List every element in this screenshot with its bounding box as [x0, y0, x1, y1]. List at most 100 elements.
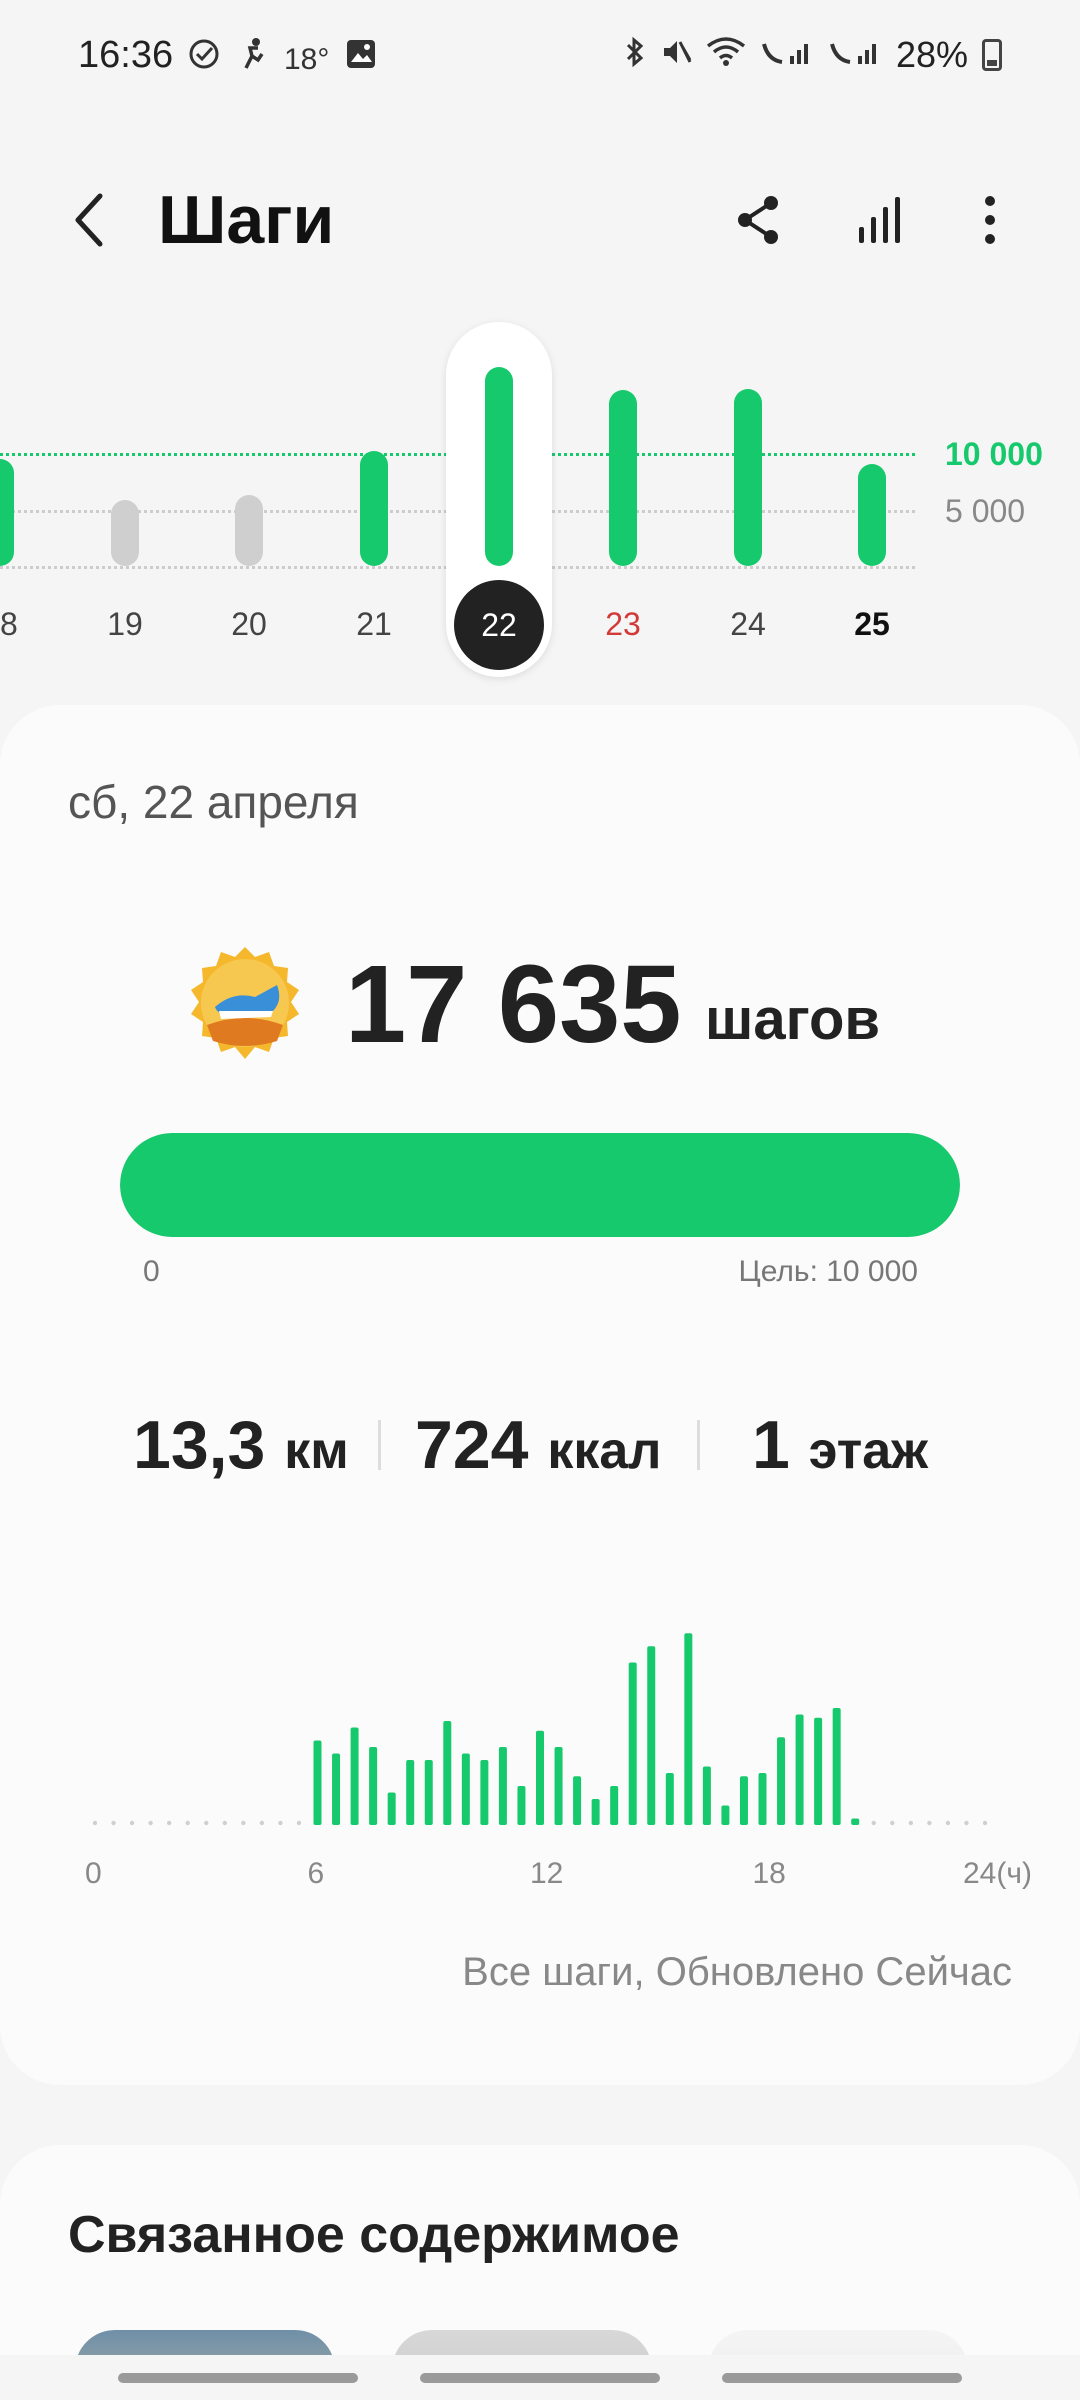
steps-count: 17 635 — [345, 943, 682, 1066]
day-label-22[interactable]: 22 — [454, 580, 544, 670]
hourly-bar — [406, 1760, 415, 1825]
battery-icon — [982, 39, 1002, 71]
share-icon — [738, 196, 778, 244]
empty-interval-dot — [148, 1820, 153, 1826]
day-bar-23[interactable] — [609, 389, 637, 566]
floors-unit: этаж — [808, 1422, 929, 1480]
navigation-bar — [0, 2355, 1080, 2400]
hourly-bar — [832, 1708, 841, 1825]
hourly-bar — [814, 1717, 823, 1825]
stat-divider — [378, 1420, 381, 1470]
day-bar-21[interactable] — [360, 450, 388, 566]
floors-value: 1 — [752, 1407, 790, 1483]
more-vertical-icon — [985, 196, 995, 244]
day-bar-22[interactable] — [485, 366, 513, 566]
image-icon — [345, 38, 377, 81]
nav-back-indicator[interactable] — [722, 2373, 962, 2383]
hourly-bar — [573, 1776, 582, 1825]
mute-icon — [660, 36, 692, 75]
day-bar-25[interactable] — [858, 464, 886, 566]
empty-interval-dot — [166, 1820, 172, 1826]
empty-interval-dot — [241, 1820, 246, 1826]
day-bar-24[interactable] — [734, 388, 762, 566]
hourly-tick-label: 6 — [307, 1857, 325, 1890]
back-arrow-icon — [75, 193, 103, 247]
hourly-bar — [498, 1747, 507, 1825]
day-label-24[interactable]: 24 — [703, 606, 793, 643]
mid-axis-label: 5 000 — [945, 493, 1026, 529]
hourly-bar — [702, 1766, 711, 1825]
distance-value: 13,3 — [133, 1407, 266, 1483]
day-label-25[interactable]: 25 — [827, 606, 917, 643]
calories-stat: 724 ккал — [415, 1395, 661, 1501]
related-title: Связанное содержимое — [68, 2206, 680, 2264]
empty-interval-dot — [129, 1820, 135, 1826]
steps-progress-fill — [120, 1133, 960, 1237]
signal-sim1-icon — [760, 36, 814, 75]
hourly-tick-label: 12 — [530, 1857, 564, 1890]
hourly-bar — [332, 1753, 341, 1825]
hourly-bar — [387, 1792, 396, 1825]
floors-stat: 1 этаж — [752, 1395, 928, 1501]
nav-home-indicator[interactable] — [420, 2373, 660, 2383]
empty-interval-dot — [278, 1820, 283, 1826]
status-right-icons: 28% — [624, 34, 1002, 76]
weekly-steps-chart[interactable]: 10 000 5 000 18 19 20 21 22 23 24 25 — [0, 310, 1080, 690]
empty-interval-dot — [982, 1820, 988, 1826]
hourly-bar — [851, 1818, 860, 1825]
day-label-19[interactable]: 19 — [80, 606, 170, 643]
battery-percent: 28% — [895, 34, 968, 75]
hourly-bar — [350, 1727, 359, 1825]
steps-progress-bar — [120, 1133, 960, 1237]
day-bar-19[interactable] — [111, 500, 139, 566]
steps-unit: шагов — [705, 987, 881, 1052]
hourly-bar — [721, 1805, 730, 1825]
hourly-bar — [795, 1714, 804, 1825]
wifi-icon — [706, 36, 746, 75]
distance-unit: км — [284, 1422, 349, 1480]
empty-interval-dot — [296, 1820, 302, 1826]
empty-interval-dot — [259, 1820, 265, 1826]
empty-interval-dot — [222, 1820, 227, 1826]
empty-interval-dot — [111, 1820, 116, 1826]
day-bar-20[interactable] — [235, 494, 263, 566]
hourly-bar — [777, 1737, 786, 1825]
hourly-bar — [628, 1662, 637, 1825]
status-left-icons: 18° — [186, 36, 377, 83]
day-label-20[interactable]: 20 — [204, 606, 294, 643]
day-label-21[interactable]: 21 — [329, 606, 419, 643]
bluetooth-icon — [624, 36, 646, 75]
bar-chart-icon — [859, 197, 900, 243]
hourly-bar — [369, 1747, 378, 1825]
date-label: сб, 22 апреля — [68, 776, 359, 828]
day-label-23[interactable]: 23 — [578, 606, 668, 643]
stat-divider — [697, 1420, 700, 1470]
hourly-bar — [554, 1747, 563, 1825]
progress-goal-label: Цель: 10 000 — [738, 1255, 918, 1288]
hourly-bar — [424, 1760, 433, 1825]
hourly-steps-chart[interactable]: 0 6 12 18 24(ч) — [0, 1625, 1080, 1915]
hourly-bar — [665, 1773, 674, 1825]
daily-summary-card: сб, 22 апреля 17 635 шагов 0 Цель: 10 00… — [0, 705, 1080, 2085]
empty-interval-dot — [871, 1820, 876, 1826]
nav-recents-indicator[interactable] — [118, 2373, 358, 2383]
calories-unit: ккал — [547, 1422, 662, 1480]
more-options-button[interactable] — [955, 185, 1025, 255]
empty-interval-dot — [945, 1820, 951, 1826]
trends-button[interactable] — [845, 185, 915, 255]
day-label-18[interactable]: 18 — [0, 606, 45, 643]
hourly-bar — [591, 1799, 600, 1825]
hourly-bar — [758, 1773, 767, 1825]
hourly-bar — [443, 1721, 452, 1825]
hourly-bar — [313, 1740, 322, 1825]
empty-interval-dot — [92, 1820, 98, 1826]
hourly-tick-label: 18 — [752, 1857, 786, 1890]
back-button[interactable] — [58, 180, 118, 260]
empty-interval-dot — [927, 1820, 932, 1826]
updated-status: Все шаги, Обновлено Сейчас — [462, 1950, 1012, 1994]
goal-axis-label: 10 000 — [945, 436, 1043, 472]
hourly-bar — [461, 1753, 470, 1825]
progress-min-label: 0 — [143, 1255, 160, 1288]
day-bar-18[interactable] — [0, 458, 14, 566]
share-button[interactable] — [723, 185, 793, 255]
